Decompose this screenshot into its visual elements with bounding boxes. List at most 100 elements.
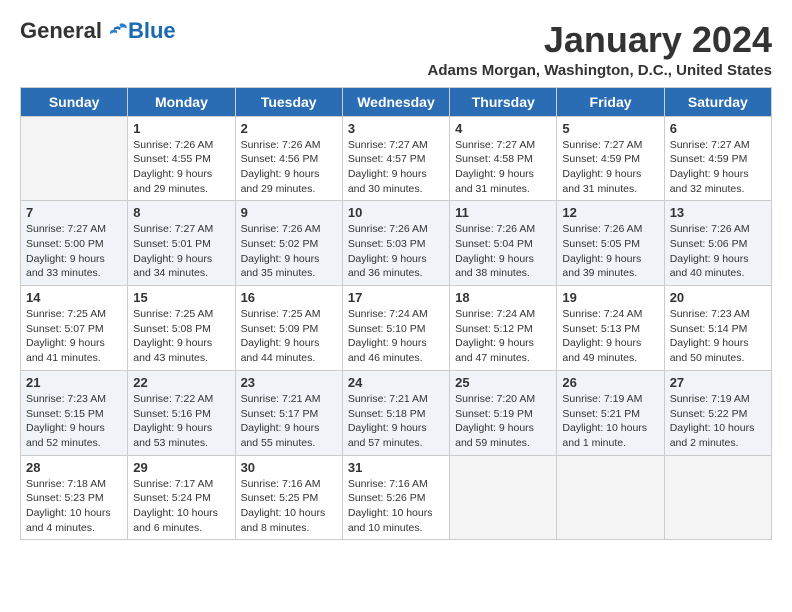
calendar-cell: 31 Sunrise: 7:16 AMSunset: 5:26 PMDayligh… [342, 455, 449, 540]
day-info: Sunrise: 7:25 AMSunset: 5:07 PMDaylight:… [26, 307, 122, 366]
day-info: Sunrise: 7:20 AMSunset: 5:19 PMDaylight:… [455, 392, 551, 451]
calendar-cell: 4Sunrise: 7:27 AMSunset: 4:58 PMDaylight… [450, 116, 557, 201]
calendar-cell [21, 116, 128, 201]
day-info: Sunrise: 7:25 AMSunset: 5:08 PMDaylight:… [133, 307, 229, 366]
calendar-cell: 9 Sunrise: 7:26 AMSunset: 5:02 PMDaylight… [235, 201, 342, 286]
day-number: 19 [562, 290, 658, 305]
day-number: 23 [241, 375, 337, 390]
day-number: 25 [455, 375, 551, 390]
day-number: 5 [562, 121, 658, 136]
day-number: 13 [670, 205, 766, 220]
calendar-cell: 8 Sunrise: 7:27 AMSunset: 5:01 PMDaylight… [128, 201, 235, 286]
day-info: Sunrise: 7:26 AMSunset: 5:04 PMDaylight:… [455, 222, 551, 281]
calendar-table: SundayMondayTuesdayWednesdayThursdayFrid… [20, 87, 772, 541]
day-number: 8 [133, 205, 229, 220]
day-info: Sunrise: 7:27 AMSunset: 4:57 PMDaylight:… [348, 138, 444, 197]
month-title: January 2024 [428, 20, 772, 60]
day-info: Sunrise: 7:17 AMSunset: 5:24 PMDaylight:… [133, 477, 229, 536]
day-info: Sunrise: 7:19 AMSunset: 5:21 PMDaylight:… [562, 392, 658, 451]
calendar-cell: 28 Sunrise: 7:18 AMSunset: 5:23 PMDayligh… [21, 455, 128, 540]
logo: General Blue [20, 20, 176, 42]
calendar-cell [557, 455, 664, 540]
calendar-cell: 16 Sunrise: 7:25 AMSunset: 5:09 PMDayligh… [235, 286, 342, 371]
calendar-cell: 29 Sunrise: 7:17 AMSunset: 5:24 PMDayligh… [128, 455, 235, 540]
day-info: Sunrise: 7:24 AMSunset: 5:12 PMDaylight:… [455, 307, 551, 366]
calendar-header-friday: Friday [557, 87, 664, 116]
calendar-cell: 20Sunrise: 7:23 AMSunset: 5:14 PMDayligh… [664, 286, 771, 371]
calendar-cell: 6Sunrise: 7:27 AMSunset: 4:59 PMDaylight… [664, 116, 771, 201]
header: General Blue January 2024 Adams Morgan, … [20, 20, 772, 79]
calendar-header-sunday: Sunday [21, 87, 128, 116]
day-info: Sunrise: 7:26 AMSunset: 5:02 PMDaylight:… [241, 222, 337, 281]
calendar-cell [664, 455, 771, 540]
calendar-cell: 5 Sunrise: 7:27 AMSunset: 4:59 PMDaylight… [557, 116, 664, 201]
day-number: 30 [241, 460, 337, 475]
calendar-header-thursday: Thursday [450, 87, 557, 116]
calendar-cell: 7 Sunrise: 7:27 AMSunset: 5:00 PMDaylight… [21, 201, 128, 286]
day-number: 9 [241, 205, 337, 220]
day-number: 22 [133, 375, 229, 390]
day-number: 3 [348, 121, 444, 136]
day-info: Sunrise: 7:21 AMSunset: 5:18 PMDaylight:… [348, 392, 444, 451]
day-number: 7 [26, 205, 122, 220]
calendar-cell: 25 Sunrise: 7:20 AMSunset: 5:19 PMDayligh… [450, 370, 557, 455]
calendar-cell: 12Sunrise: 7:26 AMSunset: 5:05 PMDayligh… [557, 201, 664, 286]
day-number: 15 [133, 290, 229, 305]
logo-bird-icon [104, 21, 128, 41]
day-info: Sunrise: 7:26 AMSunset: 5:03 PMDaylight:… [348, 222, 444, 281]
calendar-week-row: 14 Sunrise: 7:25 AMSunset: 5:07 PMDayligh… [21, 286, 772, 371]
calendar-cell: 3 Sunrise: 7:27 AMSunset: 4:57 PMDaylight… [342, 116, 449, 201]
calendar-cell: 14 Sunrise: 7:25 AMSunset: 5:07 PMDayligh… [21, 286, 128, 371]
day-info: Sunrise: 7:18 AMSunset: 5:23 PMDaylight:… [26, 477, 122, 536]
calendar-week-row: 1Sunrise: 7:26 AMSunset: 4:55 PMDaylight… [21, 116, 772, 201]
calendar-cell: 22 Sunrise: 7:22 AMSunset: 5:16 PMDayligh… [128, 370, 235, 455]
calendar-cell: 1Sunrise: 7:26 AMSunset: 4:55 PMDaylight… [128, 116, 235, 201]
day-number: 28 [26, 460, 122, 475]
calendar-cell: 21Sunrise: 7:23 AMSunset: 5:15 PMDayligh… [21, 370, 128, 455]
day-info: Sunrise: 7:16 AMSunset: 5:26 PMDaylight:… [348, 477, 444, 536]
day-info: Sunrise: 7:27 AMSunset: 5:00 PMDaylight:… [26, 222, 122, 281]
day-info: Sunrise: 7:19 AMSunset: 5:22 PMDaylight:… [670, 392, 766, 451]
day-number: 27 [670, 375, 766, 390]
day-info: Sunrise: 7:25 AMSunset: 5:09 PMDaylight:… [241, 307, 337, 366]
day-info: Sunrise: 7:27 AMSunset: 5:01 PMDaylight:… [133, 222, 229, 281]
day-info: Sunrise: 7:16 AMSunset: 5:25 PMDaylight:… [241, 477, 337, 536]
day-number: 24 [348, 375, 444, 390]
calendar-week-row: 28 Sunrise: 7:18 AMSunset: 5:23 PMDayligh… [21, 455, 772, 540]
calendar-cell: 15 Sunrise: 7:25 AMSunset: 5:08 PMDayligh… [128, 286, 235, 371]
day-number: 17 [348, 290, 444, 305]
calendar-body: 1Sunrise: 7:26 AMSunset: 4:55 PMDaylight… [21, 116, 772, 540]
calendar-cell: 19 Sunrise: 7:24 AMSunset: 5:13 PMDayligh… [557, 286, 664, 371]
day-number: 4 [455, 121, 551, 136]
calendar-cell: 24 Sunrise: 7:21 AMSunset: 5:18 PMDayligh… [342, 370, 449, 455]
title-block: January 2024 Adams Morgan, Washington, D… [428, 20, 772, 79]
calendar-week-row: 7 Sunrise: 7:27 AMSunset: 5:00 PMDaylight… [21, 201, 772, 286]
calendar-cell: 17Sunrise: 7:24 AMSunset: 5:10 PMDayligh… [342, 286, 449, 371]
day-info: Sunrise: 7:24 AMSunset: 5:13 PMDaylight:… [562, 307, 658, 366]
calendar-week-row: 21Sunrise: 7:23 AMSunset: 5:15 PMDayligh… [21, 370, 772, 455]
day-number: 26 [562, 375, 658, 390]
calendar-cell: 18Sunrise: 7:24 AMSunset: 5:12 PMDayligh… [450, 286, 557, 371]
day-number: 29 [133, 460, 229, 475]
day-number: 20 [670, 290, 766, 305]
day-number: 31 [348, 460, 444, 475]
calendar-header-row: SundayMondayTuesdayWednesdayThursdayFrid… [21, 87, 772, 116]
day-number: 16 [241, 290, 337, 305]
day-info: Sunrise: 7:27 AMSunset: 4:59 PMDaylight:… [670, 138, 766, 197]
day-info: Sunrise: 7:22 AMSunset: 5:16 PMDaylight:… [133, 392, 229, 451]
logo-general-text: General [20, 20, 102, 42]
day-info: Sunrise: 7:26 AMSunset: 5:05 PMDaylight:… [562, 222, 658, 281]
calendar-header-tuesday: Tuesday [235, 87, 342, 116]
day-info: Sunrise: 7:27 AMSunset: 4:59 PMDaylight:… [562, 138, 658, 197]
day-info: Sunrise: 7:21 AMSunset: 5:17 PMDaylight:… [241, 392, 337, 451]
calendar-cell: 13 Sunrise: 7:26 AMSunset: 5:06 PMDayligh… [664, 201, 771, 286]
day-info: Sunrise: 7:26 AMSunset: 5:06 PMDaylight:… [670, 222, 766, 281]
calendar-cell: 30 Sunrise: 7:16 AMSunset: 5:25 PMDayligh… [235, 455, 342, 540]
calendar-cell [450, 455, 557, 540]
day-number: 14 [26, 290, 122, 305]
day-info: Sunrise: 7:26 AMSunset: 4:55 PMDaylight:… [133, 138, 229, 197]
calendar-header-monday: Monday [128, 87, 235, 116]
day-info: Sunrise: 7:26 AMSunset: 4:56 PMDaylight:… [241, 138, 337, 197]
location-text: Adams Morgan, Washington, D.C., United S… [428, 62, 772, 79]
page-container: General Blue January 2024 Adams Morgan, … [0, 0, 792, 550]
